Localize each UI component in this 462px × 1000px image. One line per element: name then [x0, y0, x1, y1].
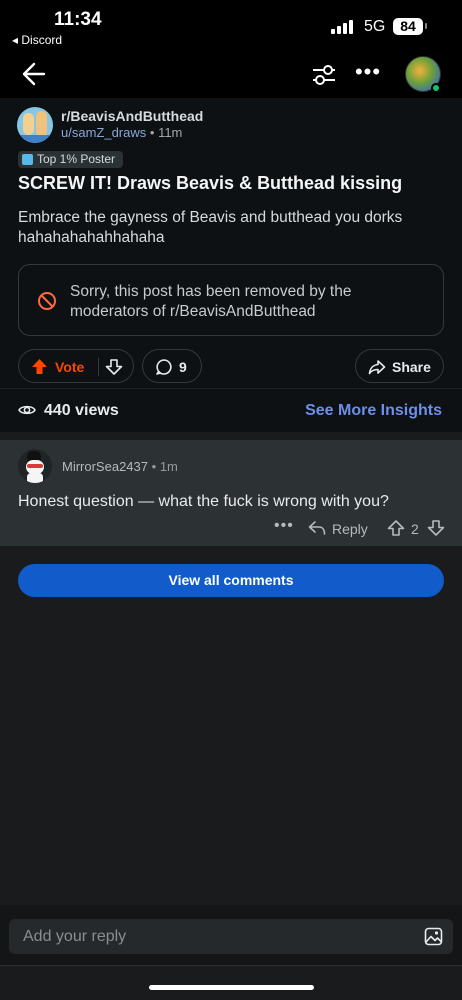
comment-age: 1m — [159, 459, 178, 474]
vote-label[interactable]: Vote — [55, 359, 84, 375]
meta-separator: • — [149, 125, 155, 140]
back-to-app-link[interactable]: ◂ Discord — [12, 33, 62, 47]
reply-bar: Add your reply — [0, 905, 462, 965]
comment-upvote-icon[interactable] — [387, 519, 405, 537]
reply-input[interactable]: Add your reply — [9, 919, 453, 954]
author-link[interactable]: u/samZ_draws — [61, 125, 146, 140]
share-icon — [368, 358, 386, 376]
comments-button[interactable]: 9 — [142, 349, 202, 383]
downvote-icon[interactable] — [105, 358, 123, 376]
comment-icon — [155, 358, 173, 376]
subreddit-name[interactable]: r/BeavisAndButthead — [61, 108, 203, 124]
comment-text: Honest question — what the fuck is wrong… — [18, 493, 389, 510]
commenter-avatar[interactable] — [18, 449, 52, 483]
removed-notice-text: Sorry, this post has been removed by the… — [70, 283, 352, 320]
comment-score: 2 — [411, 521, 419, 537]
reply-button[interactable]: Reply — [332, 521, 368, 537]
comment-card: MirrorSea2437 • 1m Honest question — wha… — [0, 440, 462, 546]
flair-text: Top 1% Poster — [37, 152, 116, 166]
more-horizontal-icon[interactable]: ••• — [274, 518, 294, 534]
reply-icon[interactable] — [308, 520, 326, 536]
comment-meta: MirrorSea2437 • 1m — [62, 459, 178, 474]
home-indicator[interactable] — [149, 985, 314, 990]
online-status-dot — [431, 83, 441, 93]
share-button[interactable]: Share — [355, 349, 444, 383]
prohibited-icon — [37, 291, 57, 311]
commenter-username[interactable]: MirrorSea2437 — [62, 459, 148, 474]
vote-divider — [98, 358, 99, 376]
network-type: 5G — [364, 18, 386, 35]
eye-icon — [18, 402, 36, 418]
user-flair: Top 1% Poster — [18, 151, 124, 168]
comment-meta-separator: • — [151, 459, 157, 474]
top-nav-bar: ••• — [0, 50, 462, 98]
post-body: Embrace the gayness of Beavis and butthe… — [18, 209, 403, 246]
see-more-insights-link[interactable]: See More Insights — [305, 402, 442, 420]
insights-bar: 440 views See More Insights — [0, 388, 462, 432]
cellular-signal-icon — [331, 19, 355, 34]
comment-count: 9 — [179, 359, 187, 375]
clock: 11:34 — [54, 9, 102, 30]
arrow-left-icon[interactable] — [18, 60, 48, 88]
flair-icon — [22, 154, 33, 165]
view-all-comments-button[interactable]: View all comments — [18, 564, 444, 597]
more-horizontal-icon[interactable]: ••• — [354, 61, 382, 86]
post-card: r/BeavisAndButthead u/samZ_draws • 11m T… — [0, 98, 462, 388]
comment-downvote-icon[interactable] — [427, 519, 445, 537]
subreddit-avatar[interactable] — [17, 107, 53, 143]
share-label: Share — [392, 359, 431, 375]
post-age: 11m — [158, 125, 183, 140]
upvote-icon[interactable] — [31, 358, 48, 375]
reply-placeholder: Add your reply — [23, 928, 127, 945]
post-meta: u/samZ_draws • 11m — [61, 125, 182, 140]
image-icon[interactable] — [424, 927, 443, 946]
battery-icon: 84 — [393, 18, 423, 35]
status-bar: 11:34 ◂ Discord 5G 84 — [0, 0, 462, 50]
sliders-icon[interactable] — [310, 61, 338, 89]
view-count: 440 views — [44, 402, 119, 419]
post-title: SCREW IT! Draws Beavis & Butthead kissin… — [18, 173, 403, 193]
section-gap — [0, 432, 462, 440]
divider — [0, 965, 462, 966]
post-action-row: Vote 9 Share — [0, 349, 462, 385]
vote-control: Vote — [18, 349, 134, 383]
battery-tip — [425, 23, 427, 29]
removed-notice: Sorry, this post has been removed by the… — [18, 264, 444, 336]
